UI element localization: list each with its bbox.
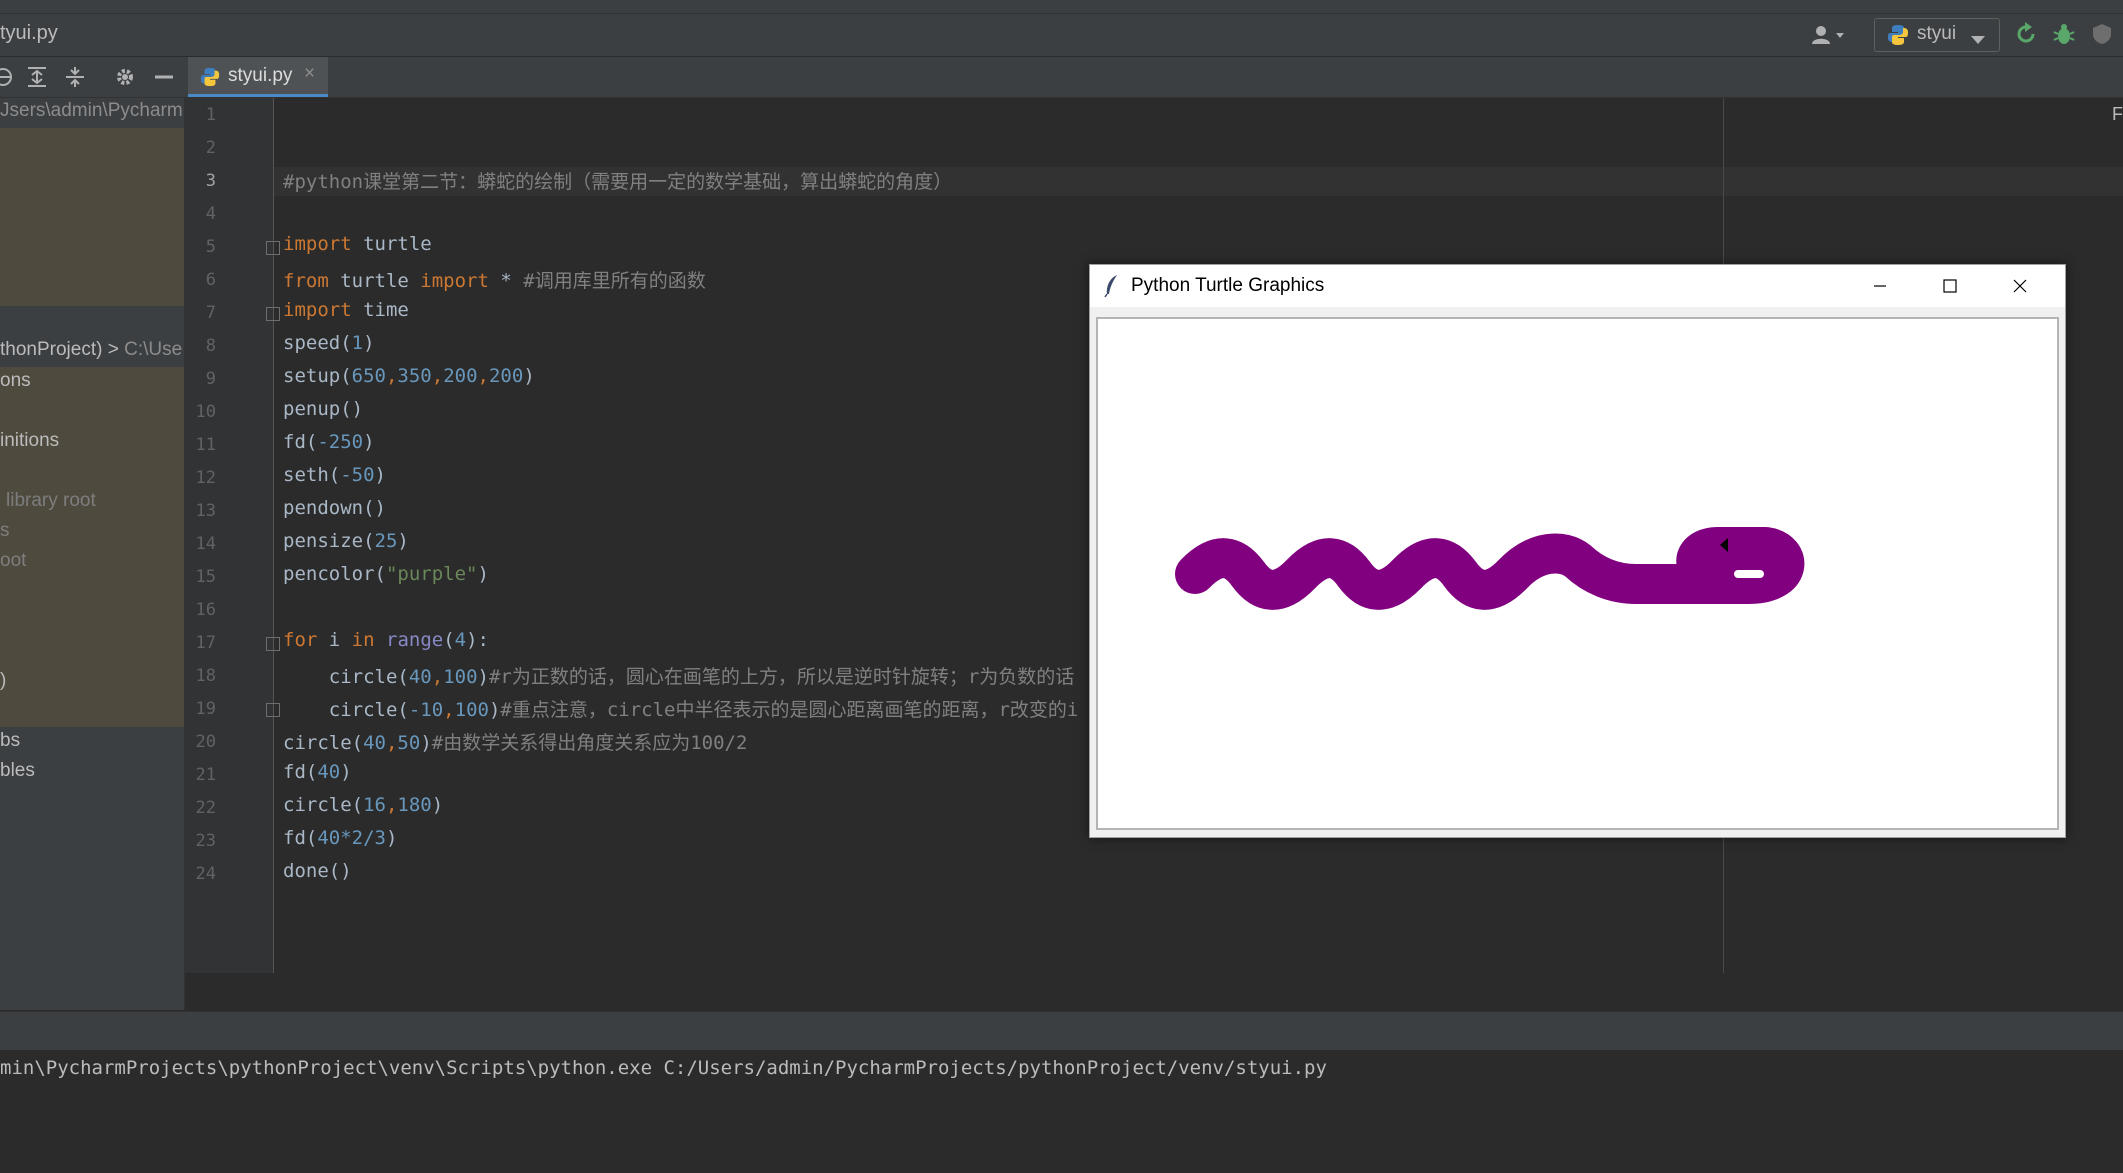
turtle-window-titlebar[interactable]: Python Turtle Graphics [1090, 265, 2065, 307]
line-number: 7 [205, 303, 216, 323]
line-number: 19 [195, 699, 216, 719]
run-panel-header [0, 1011, 2123, 1051]
line-number: 21 [195, 765, 216, 785]
line-number: 8 [205, 336, 216, 356]
line-number: 4 [205, 204, 216, 224]
project-tree-item[interactable]: bs [0, 730, 20, 752]
code-line[interactable]: import time [283, 299, 409, 321]
code-line[interactable]: for i in range(4): [283, 629, 489, 651]
project-tree-item[interactable]: ons [0, 370, 31, 392]
fold-marker[interactable] [266, 307, 280, 321]
code-line[interactable]: pencolor("purple") [283, 563, 489, 585]
line-number: 20 [195, 732, 216, 752]
line-number: 23 [195, 831, 216, 851]
project-tree-node-path: C:\Use [124, 339, 183, 360]
line-number: 15 [195, 567, 216, 587]
project-tree-item[interactable]: library root [6, 490, 96, 512]
line-number: 17 [195, 633, 216, 653]
line-number: 24 [195, 864, 216, 884]
project-tree-item[interactable]: s [0, 520, 10, 542]
minimize-window-button[interactable] [1845, 265, 1915, 307]
snake-drawing [1175, 527, 1805, 610]
line-number: 9 [205, 369, 216, 389]
project-tree-highlight [0, 367, 184, 727]
line-number: 16 [195, 600, 216, 620]
python-file-icon [200, 67, 220, 92]
python-icon [1887, 24, 1909, 51]
chevron-down-icon [1971, 31, 1985, 49]
turtle-graphics-window[interactable]: Python Turtle Graphics [1089, 264, 2066, 838]
code-line[interactable]: fd(40) [283, 761, 352, 783]
code-line[interactable]: done() [283, 860, 352, 882]
project-tree-item[interactable]: initions [0, 430, 59, 452]
line-number: 12 [195, 468, 216, 488]
line-number: 5 [205, 237, 216, 257]
menu-bar [0, 0, 2123, 14]
code-line[interactable]: penup() [283, 398, 363, 420]
code-line[interactable]: circle(40,100)#r为正数的话，圆心在画笔的上方，所以是逆时针旋转；… [283, 662, 1075, 689]
fold-marker[interactable] [266, 703, 280, 717]
line-number: 13 [195, 501, 216, 521]
line-number: 11 [195, 435, 216, 455]
line-number: 2 [205, 138, 216, 158]
fold-marker[interactable] [266, 637, 280, 651]
line-number: 14 [195, 534, 216, 554]
feather-icon [1104, 274, 1120, 303]
code-line[interactable]: seth(-50) [283, 464, 386, 486]
line-number: 10 [195, 402, 216, 422]
code-line[interactable]: import turtle [283, 233, 432, 255]
snake-body [1175, 527, 1805, 610]
turtle-canvas[interactable] [1096, 317, 2059, 830]
line-number: 18 [195, 666, 216, 686]
close-window-button[interactable] [1985, 265, 2055, 307]
code-line[interactable]: pendown() [283, 497, 386, 519]
turtle-window-title: Python Turtle Graphics [1131, 275, 1325, 296]
code-line[interactable]: fd(-250) [283, 431, 375, 453]
code-line[interactable]: #python课堂第二节：蟒蛇的绘制（需要用一定的数学基础，算出蟒蛇的角度） [283, 167, 952, 194]
locate-icon[interactable] [0, 66, 14, 93]
editor-tab-styui[interactable]: styui.py × [188, 57, 328, 97]
code-line[interactable]: circle(-10,100)#重点注意，circle中半径表示的是圆心距离画笔… [283, 695, 1079, 722]
project-tree-item[interactable]: ) [0, 670, 6, 692]
line-number: 22 [195, 798, 216, 818]
title-file-name: tyui.py [0, 22, 58, 44]
code-line[interactable]: from turtle import * #调用库里所有的函数 [283, 266, 706, 293]
run-configuration-label: styui [1917, 23, 1957, 44]
expand-all-icon[interactable] [26, 66, 48, 93]
editor-tab-label: styui.py [228, 65, 293, 86]
inspection-marker: F [2112, 104, 2123, 124]
project-tree-item[interactable]: oot [0, 550, 26, 572]
gear-icon[interactable] [114, 66, 136, 93]
minimize-panel-icon[interactable] [154, 66, 174, 93]
maximize-window-button[interactable] [1915, 265, 1985, 307]
line-number: 1 [205, 105, 216, 125]
close-icon[interactable]: × [304, 63, 315, 85]
debug-icon[interactable] [2052, 22, 2076, 51]
project-tree-node[interactable]: thonProject) > C:\Use [0, 339, 182, 361]
fold-marker[interactable] [266, 241, 280, 255]
project-tree-highlight [0, 128, 184, 306]
project-tree-item[interactable]: bles [0, 760, 35, 782]
line-number: 3 [205, 171, 216, 191]
code-line[interactable]: circle(40,50)#由数学关系得出角度关系应为100/2 [283, 728, 747, 755]
run-configuration-selector[interactable]: styui [1874, 18, 2000, 52]
code-line[interactable]: pensize(25) [283, 530, 409, 552]
code-line[interactable]: fd(40*2/3) [283, 827, 397, 849]
coverage-icon[interactable] [2090, 22, 2114, 51]
rerun-icon[interactable] [2014, 22, 2038, 51]
code-line[interactable]: circle(16,180) [283, 794, 443, 816]
collapse-all-icon[interactable] [64, 66, 86, 93]
user-menu-button[interactable] [1808, 22, 1852, 48]
code-line[interactable]: speed(1) [283, 332, 375, 354]
run-command-line: min\PycharmProjects\pythonProject\venv\S… [0, 1057, 1327, 1079]
code-line[interactable]: setup(650,350,200,200) [283, 365, 535, 387]
title-bar [0, 14, 2123, 57]
line-number: 6 [205, 270, 216, 290]
gutter-divider [273, 98, 274, 973]
project-tree-node-label: thonProject) > [0, 339, 125, 360]
project-root-path: Jsers\admin\Pycharm [0, 100, 182, 121]
